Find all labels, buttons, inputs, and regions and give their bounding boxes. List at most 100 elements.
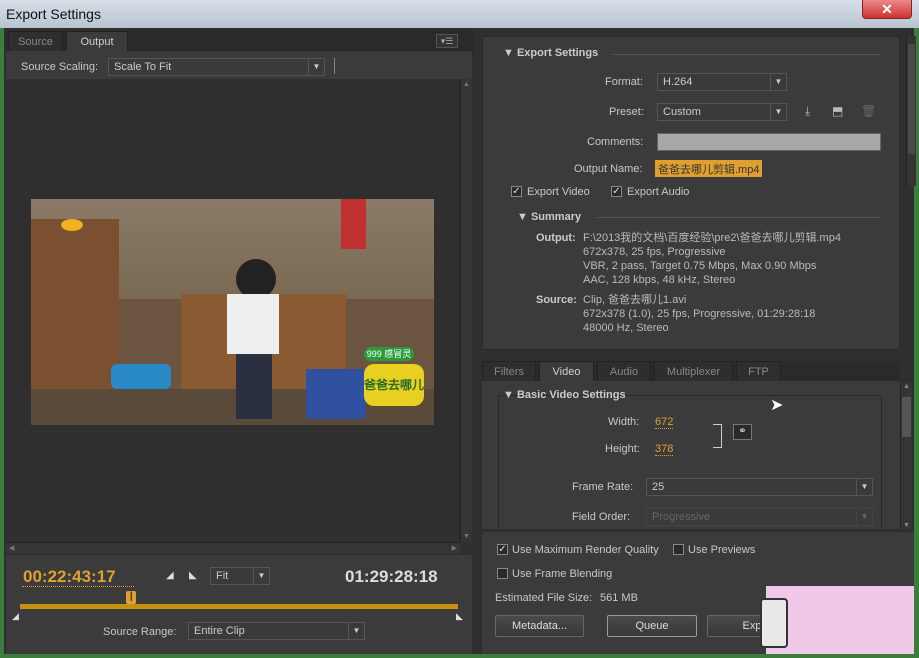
child-shirt bbox=[227, 294, 279, 354]
output-name-link[interactable]: 爸爸去哪儿剪辑.mp4 bbox=[655, 160, 763, 177]
max-render-label: Use Maximum Render Quality bbox=[512, 544, 659, 556]
playhead-handle[interactable]: ┃ bbox=[126, 591, 137, 604]
metadata-button[interactable]: Metadata... bbox=[495, 615, 584, 637]
summary-rule bbox=[596, 217, 881, 218]
link-icon[interactable]: ⚭ bbox=[733, 424, 752, 440]
summary-output-label: Output: bbox=[536, 232, 576, 244]
close-button[interactable]: ✕ bbox=[862, 0, 912, 19]
tab-audio[interactable]: Audio bbox=[597, 361, 651, 381]
video-preview: 999 感冒灵 爸爸去哪儿 bbox=[31, 199, 434, 425]
frame-rate-label: Frame Rate: bbox=[572, 481, 634, 493]
tab-source[interactable]: Source bbox=[8, 31, 63, 51]
field-order-label: Field Order: bbox=[572, 511, 631, 523]
frame-blending-checkbox[interactable] bbox=[497, 568, 508, 579]
chevron-down-icon: ▼ bbox=[770, 74, 786, 90]
tab-filters[interactable]: Filters bbox=[482, 361, 536, 381]
in-point-marker-icon[interactable]: ◢ bbox=[12, 611, 19, 622]
max-render-checkbox[interactable]: ✓ bbox=[497, 544, 508, 555]
window-title: Export Settings bbox=[6, 6, 101, 22]
summary-header[interactable]: ▼ Summary bbox=[517, 211, 581, 223]
preview-hscrollbar[interactable]: ◀ ▶ bbox=[6, 542, 460, 554]
preset-label: Preset: bbox=[609, 106, 644, 118]
video-settings-scrollbar[interactable]: ▲ ▼ bbox=[900, 383, 912, 529]
frame-rate-value: 25 bbox=[652, 481, 665, 493]
export-video-checkbox[interactable]: ✓ bbox=[511, 186, 522, 197]
save-preset-icon[interactable]: ⤓ bbox=[805, 104, 810, 119]
export-video-label: Export Video bbox=[527, 186, 590, 198]
range-value: Entire Clip bbox=[194, 625, 245, 637]
tv-logo-icon bbox=[61, 219, 83, 231]
queue-button[interactable]: Queue bbox=[607, 615, 697, 637]
ad-badge: 999 感冒灵 bbox=[364, 347, 414, 361]
summary-line: VBR, 2 pass, Target 0.75 Mbps, Max 0.90 … bbox=[583, 260, 817, 272]
output-name-label: Output Name: bbox=[574, 163, 643, 175]
scaling-label: Source Scaling: bbox=[21, 61, 99, 73]
field-order-value: Progressive bbox=[652, 511, 711, 523]
comments-input[interactable] bbox=[657, 133, 881, 151]
chevron-down-icon: ▼ bbox=[770, 104, 786, 120]
source-scaling-dropdown[interactable]: Scale To Fit ▼ bbox=[108, 58, 325, 76]
cabinet-left bbox=[31, 219, 119, 389]
summary-source-label: Source: bbox=[536, 294, 577, 306]
summary-line: 48000 Hz, Stereo bbox=[583, 322, 669, 334]
panel-menu-icon[interactable]: ▾☰ bbox=[436, 34, 458, 48]
chevron-down-icon: ▼ bbox=[308, 59, 324, 75]
aspect-bracket bbox=[713, 424, 722, 448]
preview-vscrollbar[interactable]: ▲ ▼ bbox=[460, 79, 472, 542]
summary-source-lines: Clip, 爸爸去哪儿1.avi 672x378 (1.0), 25 fps, … bbox=[583, 293, 815, 335]
header-rule bbox=[613, 54, 881, 55]
height-label: Height: bbox=[605, 443, 640, 455]
current-timecode[interactable]: 00:22:43:17 bbox=[23, 567, 116, 587]
preset-dropdown[interactable]: Custom ▼ bbox=[657, 103, 787, 121]
out-point-marker-icon[interactable]: ◣ bbox=[456, 611, 463, 622]
zoom-dropdown[interactable]: Fit ▼ bbox=[210, 567, 270, 585]
basic-video-header[interactable]: ▼ Basic Video Settings bbox=[503, 389, 626, 401]
source-range-dropdown[interactable]: Entire Clip ▼ bbox=[188, 622, 365, 640]
field-order-dropdown[interactable]: Progressive ▼ bbox=[646, 508, 873, 526]
summary-title: Summary bbox=[530, 211, 582, 223]
chevron-down-icon: ▼ bbox=[348, 623, 364, 639]
format-dropdown[interactable]: H.264 ▼ bbox=[657, 73, 787, 91]
export-audio-checkbox[interactable]: ✓ bbox=[611, 186, 622, 197]
width-label: Width: bbox=[608, 416, 640, 428]
width-value[interactable]: 672 bbox=[655, 416, 674, 429]
tab-output[interactable]: Output bbox=[66, 31, 128, 51]
child-pants bbox=[236, 354, 272, 419]
format-label: Format: bbox=[605, 76, 643, 88]
suitcase bbox=[306, 369, 366, 419]
source-range-label: Source Range: bbox=[103, 626, 177, 638]
zoom-value: Fit bbox=[216, 570, 229, 582]
summary-line: F:\2013我的文档\百度经验\pre2\爸爸去哪儿剪辑.mp4 bbox=[583, 232, 841, 244]
chevron-down-icon: ▼ bbox=[856, 509, 872, 525]
total-timecode: 01:29:28:18 bbox=[345, 567, 438, 586]
delete-preset-icon[interactable]: 🗑 bbox=[861, 104, 876, 118]
preset-value: Custom bbox=[663, 106, 701, 118]
use-previews-label: Use Previews bbox=[688, 544, 756, 556]
tab-ftp[interactable]: FTP bbox=[736, 361, 781, 381]
title-bar: Export Settings ✕ bbox=[0, 0, 919, 28]
watermark-logo-icon bbox=[760, 598, 788, 648]
summary-output-lines: F:\2013我的文档\百度经验\pre2\爸爸去哪儿剪辑.mp4 672x37… bbox=[583, 231, 841, 287]
scaling-value: Scale To Fit bbox=[114, 61, 172, 73]
tab-multiplexer[interactable]: Multiplexer bbox=[654, 361, 733, 381]
child-head bbox=[236, 259, 276, 299]
comments-label: Comments: bbox=[587, 136, 644, 148]
format-value: H.264 bbox=[663, 76, 693, 88]
timeline-track[interactable] bbox=[20, 604, 458, 609]
height-value[interactable]: 378 bbox=[655, 443, 674, 456]
set-out-point-icon[interactable]: ◣ bbox=[189, 570, 197, 581]
export-settings-header[interactable]: ▼ Export Settings bbox=[503, 47, 598, 59]
tab-video[interactable]: Video bbox=[539, 361, 594, 381]
use-previews-checkbox[interactable] bbox=[673, 544, 684, 555]
show-logo: 爸爸去哪儿 bbox=[364, 364, 424, 406]
chevron-down-icon: ▼ bbox=[856, 479, 872, 495]
divider bbox=[334, 58, 335, 74]
import-preset-icon[interactable]: ⬒ bbox=[832, 104, 843, 118]
summary-line: 672x378 (1.0), 25 fps, Progressive, 01:2… bbox=[583, 308, 816, 320]
file-size-label: Estimated File Size: bbox=[495, 592, 593, 604]
summary-line: AAC, 128 kbps, 48 kHz, Stereo bbox=[583, 274, 736, 286]
set-in-point-icon[interactable]: ◢ bbox=[166, 570, 174, 581]
export-settings-scrollbar[interactable] bbox=[906, 36, 916, 186]
frame-rate-dropdown[interactable]: 25 ▼ bbox=[646, 478, 873, 496]
timecode-underline bbox=[22, 586, 134, 587]
